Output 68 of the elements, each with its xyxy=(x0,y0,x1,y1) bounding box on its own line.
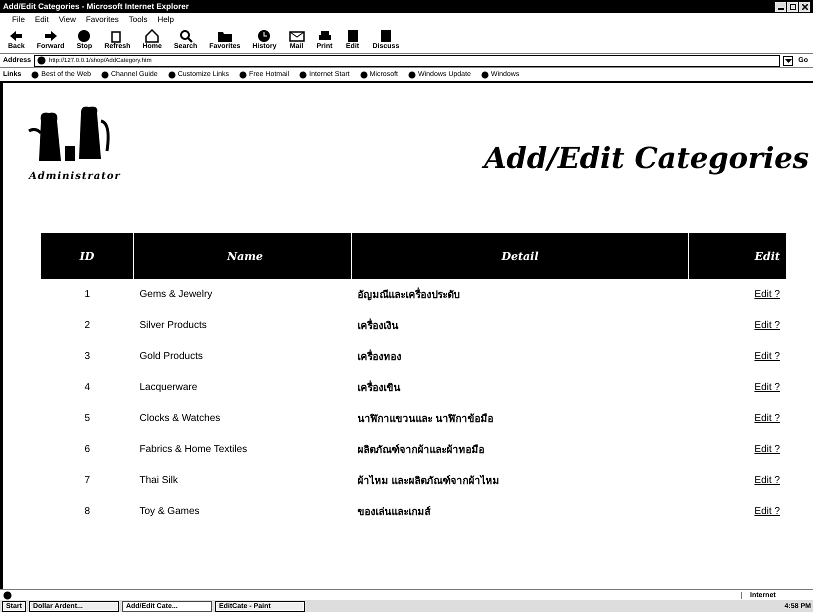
stop-icon xyxy=(76,28,92,42)
home-icon xyxy=(144,28,160,42)
table-cell-text: Clocks & Watches xyxy=(138,412,222,426)
table-cell: 1 xyxy=(41,279,134,310)
minimize-button[interactable] xyxy=(775,2,786,12)
page-icon xyxy=(100,70,109,78)
table-cell-text: Lacquerware xyxy=(138,381,198,395)
column-header: Name xyxy=(134,233,352,279)
mail-icon xyxy=(288,28,304,42)
window-title: Add/Edit Categories - Microsoft Internet Explorer xyxy=(3,2,190,11)
table-cell-text: 2 xyxy=(83,319,92,333)
menu-item[interactable]: View xyxy=(58,14,76,24)
close-icon xyxy=(802,4,808,10)
table-cell: เครื่องเงิน xyxy=(352,310,688,341)
page-icon xyxy=(360,70,368,78)
table-cell-text: Toy & Games xyxy=(138,505,201,519)
menu-item[interactable]: Help xyxy=(157,14,174,24)
table-cell-text: ผ้าไหม และผลิตภัณฑ์จากผ้าไหม xyxy=(356,474,500,489)
table-cell-text: ผลิตภัณฑ์จากผ้าและผ้าทอมือ xyxy=(356,443,486,458)
table-cell-text: นาฬิกาแขวนและ นาฬิกาข้อมือ xyxy=(356,412,494,427)
page-icon xyxy=(3,590,12,600)
clock-icon xyxy=(256,28,272,42)
menu-item[interactable]: Edit xyxy=(34,14,49,24)
table-cell: เครื่องเขิน xyxy=(352,372,688,403)
table-cell-text: 3 xyxy=(83,350,92,364)
edit-link[interactable]: Edit ? xyxy=(754,289,780,300)
printer-icon xyxy=(316,28,332,42)
table-cell-text: Fabrics & Home Textiles xyxy=(138,443,248,457)
edit-link[interactable]: Edit ? xyxy=(754,351,780,362)
edit-link[interactable]: Edit ? xyxy=(754,475,780,486)
menu-item[interactable]: Favorites xyxy=(86,14,119,24)
table-cell-text: ของเล่นและเกมส์ xyxy=(356,505,432,520)
search-icon xyxy=(178,28,194,42)
left-arrow-icon xyxy=(8,28,24,42)
page-icon xyxy=(299,70,308,78)
table-cell-text: 5 xyxy=(83,412,92,426)
close-button[interactable] xyxy=(799,2,810,12)
edit-link[interactable]: Edit ? xyxy=(754,320,780,331)
dropdown-button[interactable] xyxy=(783,56,794,66)
page-icon xyxy=(239,70,248,78)
menu-item[interactable]: Tools xyxy=(128,14,148,24)
logo-caption: Administrator xyxy=(29,171,121,182)
column-header: Edit xyxy=(688,233,786,279)
page-icon xyxy=(480,70,489,78)
table-cell-text: Thai Silk xyxy=(138,474,179,488)
table-cell: Gems & Jewelry xyxy=(134,279,352,310)
table-cell-text: Gold Products xyxy=(138,350,204,364)
table-cell: เครื่องทอง xyxy=(352,341,688,372)
edit-link[interactable]: Edit ? xyxy=(754,506,780,517)
table-cell: อัญมณีและเครื่องประดับ xyxy=(352,279,688,310)
table-cell-text: 4 xyxy=(83,381,92,395)
menu-item[interactable]: File xyxy=(12,14,25,24)
edit-link[interactable]: Edit ? xyxy=(754,413,780,424)
page-heading: Add/Edit Categories xyxy=(484,141,809,175)
table-cell-text: Silver Products xyxy=(138,319,208,333)
caret-icon xyxy=(784,58,792,62)
right-arrow-icon xyxy=(42,28,59,42)
page-icon xyxy=(168,70,176,78)
maximize-icon xyxy=(790,4,796,10)
column-header: ID xyxy=(41,233,134,279)
column-header: Detail xyxy=(352,233,688,279)
page-icon xyxy=(408,70,416,78)
edit-link[interactable]: Edit ? xyxy=(754,382,780,393)
table-cell-text: 8 xyxy=(83,505,92,519)
table-cell-text: 7 xyxy=(83,474,92,488)
table-cell-text: 6 xyxy=(83,443,92,457)
maximize-button[interactable] xyxy=(787,2,798,12)
edit-link[interactable]: Edit ? xyxy=(754,444,780,455)
